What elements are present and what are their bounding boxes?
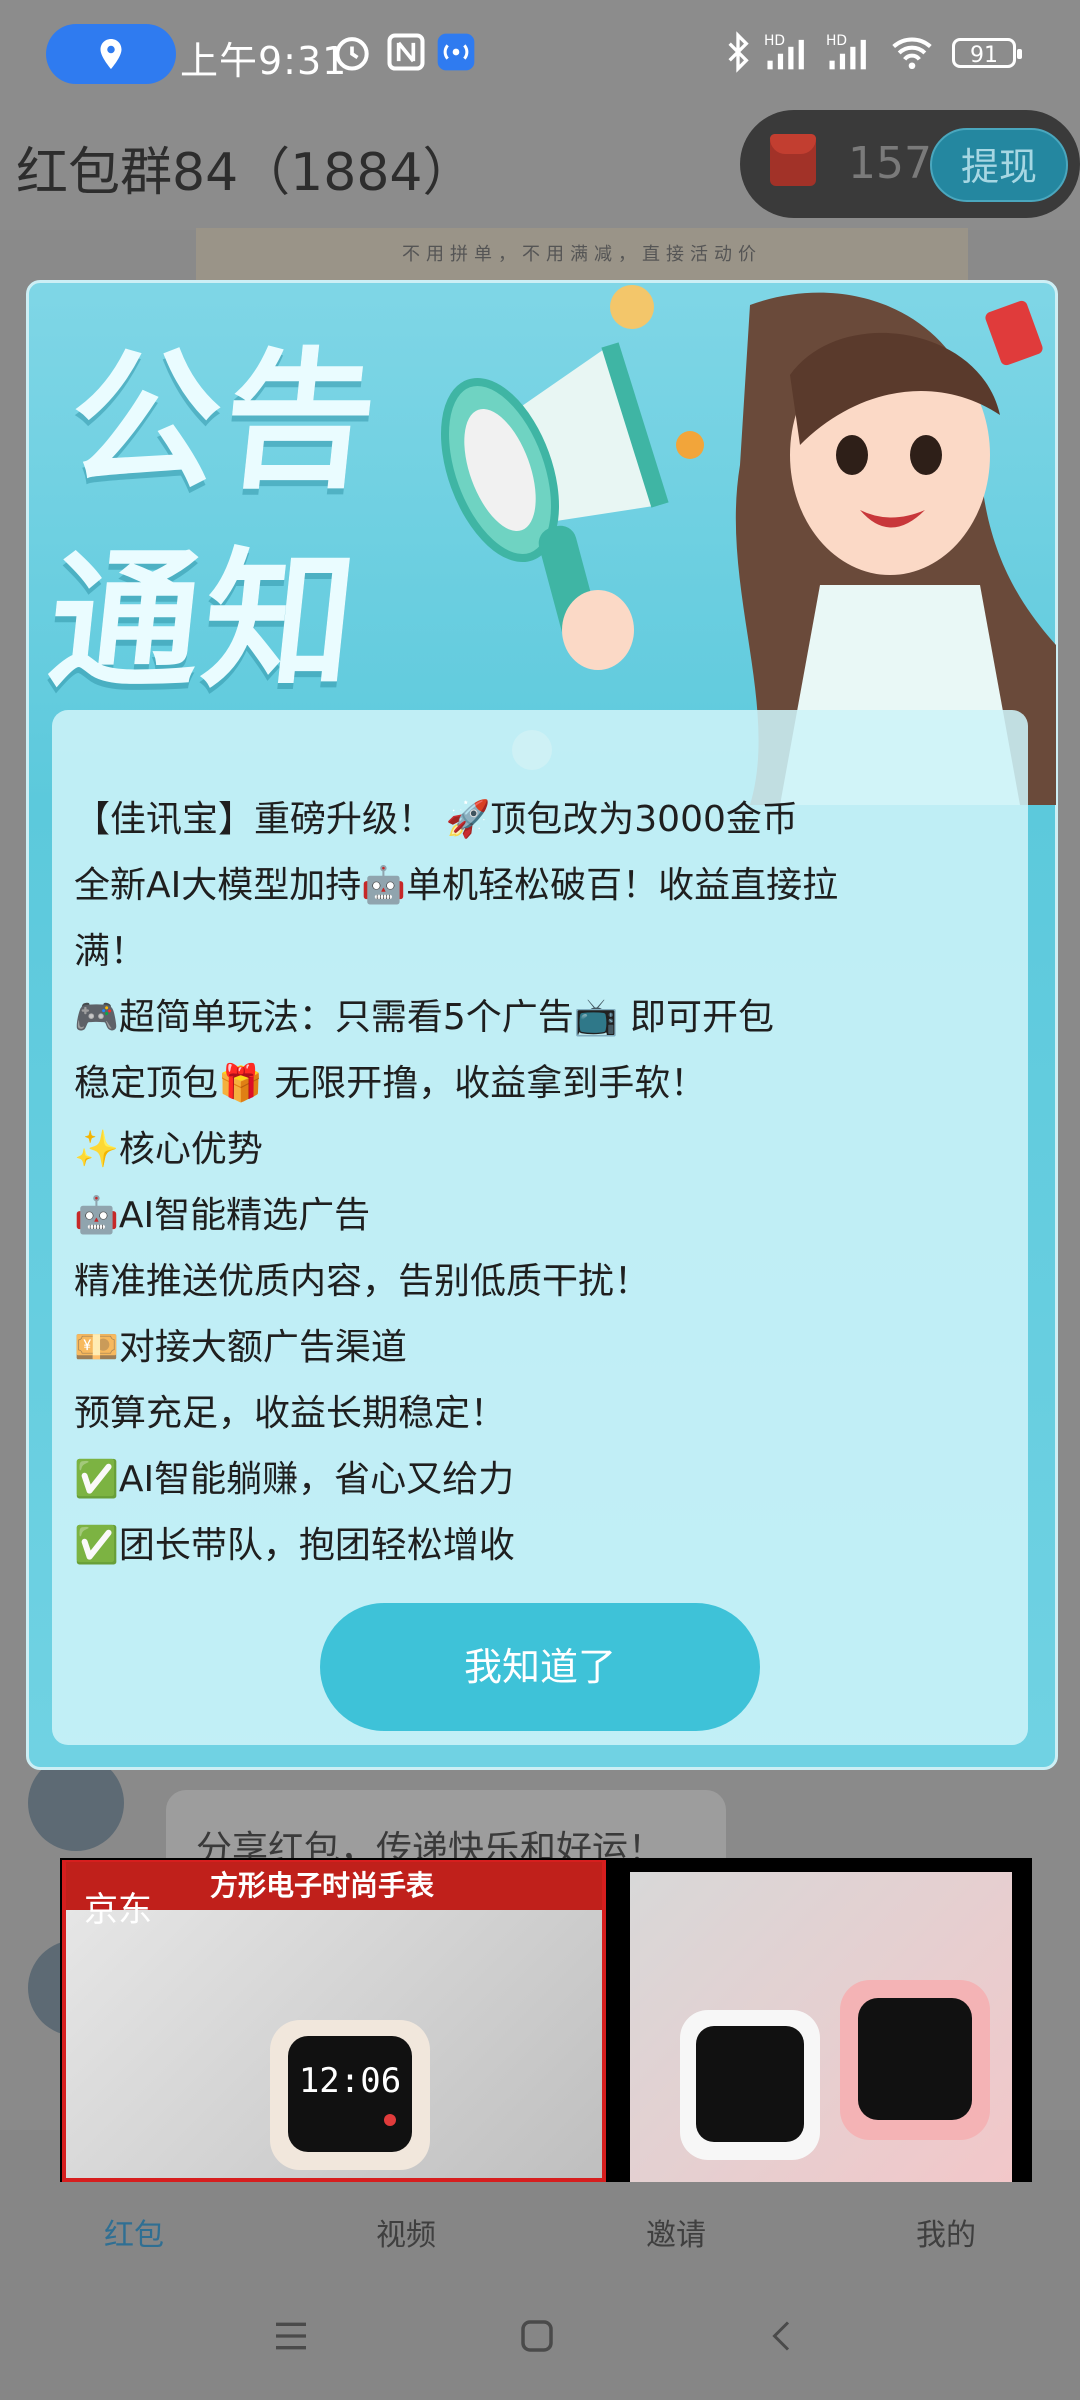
bluetooth-icon xyxy=(728,31,749,73)
promo-banner: 不用拼单，不用满减，直接活动价 xyxy=(196,228,968,282)
back-icon[interactable] xyxy=(764,2314,800,2358)
watch-pair-image xyxy=(680,1980,990,2160)
svg-text:HD: HD xyxy=(764,33,785,49)
modal-title-line2: 通知 xyxy=(41,535,368,709)
location-indicator[interactable] xyxy=(46,24,176,84)
announcement-line: ✅AI智能躺赚，省心又给力 xyxy=(74,1459,515,1500)
acknowledge-button[interactable]: 我知道了 xyxy=(320,1603,760,1731)
announcement-line: ✅团长带队，抱团轻松增收 xyxy=(74,1525,515,1566)
location-icon xyxy=(100,39,122,69)
announcement-line: 精准推送优质内容，告别低质干扰！ xyxy=(74,1261,651,1302)
nav-item-red-packet[interactable]: 红包 xyxy=(74,2210,194,2254)
announcement-line: 🎮超简单玩法：只需看5个广告📺 即可开包 xyxy=(74,997,774,1038)
ad-source-label: 京东 xyxy=(84,1890,152,1930)
watch-time-label: 12:06 xyxy=(299,2061,401,2101)
announcement-line: 满！ xyxy=(74,931,147,972)
menu-icon[interactable] xyxy=(270,2316,312,2356)
nav-item-video[interactable]: 视频 xyxy=(346,2210,466,2254)
announcement-line: ✨核心优势 xyxy=(74,1129,263,1170)
nav-item-invite[interactable]: 邀请 xyxy=(616,2210,736,2254)
announcement-line: 【佳讯宝】重磅升级！ 🚀顶包改为3000金币 xyxy=(74,799,798,840)
signal-hd-icon: HD xyxy=(764,33,804,70)
status-time: 上午9:31 xyxy=(180,39,348,83)
watch-image: 12:06 xyxy=(270,2020,430,2170)
signal-hd-icon: HD xyxy=(826,33,866,70)
nfc-icon xyxy=(387,33,425,71)
svg-text:HD: HD xyxy=(826,33,847,49)
announcement-line: 稳定顶包🎁 无限开撸，收益拿到手软！ xyxy=(74,1063,707,1104)
withdraw-button[interactable]: 提现 xyxy=(930,128,1068,202)
battery-icon: 91 xyxy=(952,38,1022,68)
announcement-line: 🤖AI智能精选广告 xyxy=(74,1195,371,1236)
announcement-line: 预算充足，收益长期稳定！ xyxy=(74,1393,507,1434)
modal-title-line1: 公告 xyxy=(61,335,388,509)
red-packet-icon xyxy=(770,134,816,186)
coin-count: 157 xyxy=(848,138,932,189)
alarm-icon xyxy=(335,37,369,71)
ad-title: 方形电子时尚手表 xyxy=(210,1869,435,1902)
promo-banner-text: 不用拼单，不用满减，直接活动价 xyxy=(402,244,762,265)
page-title: 红包群84（1884） xyxy=(16,143,475,203)
hotspot-icon xyxy=(437,33,475,71)
nav-item-profile[interactable]: 我的 xyxy=(886,2210,1006,2254)
home-icon[interactable] xyxy=(516,2314,558,2358)
announcement-line: 💴对接大额广告渠道 xyxy=(74,1327,407,1368)
announcement-line: 全新AI大模型加持🤖单机轻松破百！收益直接拉 xyxy=(74,865,839,906)
megaphone-icon xyxy=(441,342,704,645)
wifi-icon xyxy=(892,37,932,70)
